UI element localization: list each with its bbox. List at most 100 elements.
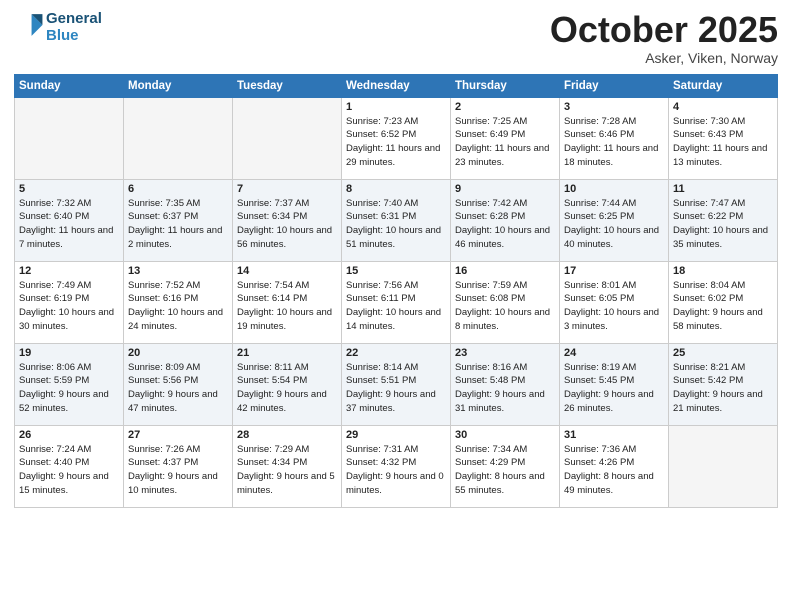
day-cell: 23 Sunrise: 8:16 AM Sunset: 5:48 PM Dayl… bbox=[451, 343, 560, 425]
day-number: 3 bbox=[564, 101, 664, 113]
sunrise-label: Sunrise: 8:06 AM bbox=[19, 362, 91, 373]
sunset-label: Sunset: 5:51 PM bbox=[346, 375, 416, 386]
day-number: 12 bbox=[19, 265, 119, 277]
day-cell: 17 Sunrise: 8:01 AM Sunset: 6:05 PM Dayl… bbox=[560, 261, 669, 343]
daylight-label: Daylight: 9 hours and 21 minutes. bbox=[673, 389, 763, 414]
sunset-label: Sunset: 5:42 PM bbox=[673, 375, 743, 386]
header-friday: Friday bbox=[560, 74, 669, 97]
sunrise-label: Sunrise: 7:28 AM bbox=[564, 116, 636, 127]
day-cell: 22 Sunrise: 8:14 AM Sunset: 5:51 PM Dayl… bbox=[342, 343, 451, 425]
day-number: 16 bbox=[455, 265, 555, 277]
day-number: 11 bbox=[673, 183, 773, 195]
header-wednesday: Wednesday bbox=[342, 74, 451, 97]
daylight-label: Daylight: 11 hours and 18 minutes. bbox=[564, 143, 658, 168]
daylight-label: Daylight: 10 hours and 35 minutes. bbox=[673, 225, 768, 250]
day-cell bbox=[233, 97, 342, 179]
sunrise-label: Sunrise: 7:47 AM bbox=[673, 198, 745, 209]
sunset-label: Sunset: 5:48 PM bbox=[455, 375, 525, 386]
title-area: October 2025 Asker, Viken, Norway bbox=[550, 10, 778, 66]
daylight-label: Daylight: 9 hours and 52 minutes. bbox=[19, 389, 109, 414]
subtitle: Asker, Viken, Norway bbox=[550, 50, 778, 66]
sunrise-label: Sunrise: 7:44 AM bbox=[564, 198, 636, 209]
header-saturday: Saturday bbox=[669, 74, 778, 97]
sunset-label: Sunset: 6:25 PM bbox=[564, 211, 634, 222]
day-cell: 13 Sunrise: 7:52 AM Sunset: 6:16 PM Dayl… bbox=[124, 261, 233, 343]
daylight-label: Daylight: 10 hours and 51 minutes. bbox=[346, 225, 441, 250]
day-cell: 2 Sunrise: 7:25 AM Sunset: 6:49 PM Dayli… bbox=[451, 97, 560, 179]
sunrise-label: Sunrise: 7:30 AM bbox=[673, 116, 745, 127]
day-number: 18 bbox=[673, 265, 773, 277]
daylight-label: Daylight: 9 hours and 15 minutes. bbox=[19, 471, 109, 496]
week-row-3: 12 Sunrise: 7:49 AM Sunset: 6:19 PM Dayl… bbox=[15, 261, 778, 343]
daylight-label: Daylight: 10 hours and 56 minutes. bbox=[237, 225, 332, 250]
daylight-label: Daylight: 11 hours and 13 minutes. bbox=[673, 143, 767, 168]
sunrise-label: Sunrise: 7:29 AM bbox=[237, 444, 309, 455]
day-info: Sunrise: 8:06 AM Sunset: 5:59 PM Dayligh… bbox=[19, 361, 119, 416]
day-number: 20 bbox=[128, 347, 228, 359]
day-info: Sunrise: 7:56 AM Sunset: 6:11 PM Dayligh… bbox=[346, 279, 446, 334]
day-cell: 3 Sunrise: 7:28 AM Sunset: 6:46 PM Dayli… bbox=[560, 97, 669, 179]
sunset-label: Sunset: 5:56 PM bbox=[128, 375, 198, 386]
sunset-label: Sunset: 6:05 PM bbox=[564, 293, 634, 304]
daylight-label: Daylight: 9 hours and 42 minutes. bbox=[237, 389, 327, 414]
day-cell: 24 Sunrise: 8:19 AM Sunset: 5:45 PM Dayl… bbox=[560, 343, 669, 425]
day-info: Sunrise: 8:11 AM Sunset: 5:54 PM Dayligh… bbox=[237, 361, 337, 416]
daylight-label: Daylight: 10 hours and 24 minutes. bbox=[128, 307, 223, 332]
week-row-2: 5 Sunrise: 7:32 AM Sunset: 6:40 PM Dayli… bbox=[15, 179, 778, 261]
sunset-label: Sunset: 6:11 PM bbox=[346, 293, 416, 304]
day-cell: 9 Sunrise: 7:42 AM Sunset: 6:28 PM Dayli… bbox=[451, 179, 560, 261]
sunset-label: Sunset: 5:54 PM bbox=[237, 375, 307, 386]
day-cell: 4 Sunrise: 7:30 AM Sunset: 6:43 PM Dayli… bbox=[669, 97, 778, 179]
day-cell: 29 Sunrise: 7:31 AM Sunset: 4:32 PM Dayl… bbox=[342, 425, 451, 507]
day-info: Sunrise: 7:44 AM Sunset: 6:25 PM Dayligh… bbox=[564, 197, 664, 252]
daylight-label: Daylight: 10 hours and 3 minutes. bbox=[564, 307, 659, 332]
sunset-label: Sunset: 6:31 PM bbox=[346, 211, 416, 222]
day-cell: 27 Sunrise: 7:26 AM Sunset: 4:37 PM Dayl… bbox=[124, 425, 233, 507]
day-number: 9 bbox=[455, 183, 555, 195]
sunset-label: Sunset: 6:40 PM bbox=[19, 211, 89, 222]
day-number: 15 bbox=[346, 265, 446, 277]
day-info: Sunrise: 7:32 AM Sunset: 6:40 PM Dayligh… bbox=[19, 197, 119, 252]
day-cell bbox=[124, 97, 233, 179]
day-number: 6 bbox=[128, 183, 228, 195]
sunset-label: Sunset: 4:34 PM bbox=[237, 457, 307, 468]
header-tuesday: Tuesday bbox=[233, 74, 342, 97]
day-info: Sunrise: 7:37 AM Sunset: 6:34 PM Dayligh… bbox=[237, 197, 337, 252]
sunrise-label: Sunrise: 8:01 AM bbox=[564, 280, 636, 291]
daylight-label: Daylight: 9 hours and 31 minutes. bbox=[455, 389, 545, 414]
calendar-table: Sunday Monday Tuesday Wednesday Thursday… bbox=[14, 74, 778, 508]
day-number: 7 bbox=[237, 183, 337, 195]
day-info: Sunrise: 7:54 AM Sunset: 6:14 PM Dayligh… bbox=[237, 279, 337, 334]
daylight-label: Daylight: 8 hours and 55 minutes. bbox=[455, 471, 545, 496]
daylight-label: Daylight: 10 hours and 14 minutes. bbox=[346, 307, 441, 332]
day-cell: 20 Sunrise: 8:09 AM Sunset: 5:56 PM Dayl… bbox=[124, 343, 233, 425]
day-number: 31 bbox=[564, 429, 664, 441]
sunrise-label: Sunrise: 7:23 AM bbox=[346, 116, 418, 127]
day-cell: 11 Sunrise: 7:47 AM Sunset: 6:22 PM Dayl… bbox=[669, 179, 778, 261]
sunset-label: Sunset: 6:16 PM bbox=[128, 293, 198, 304]
daylight-label: Daylight: 9 hours and 26 minutes. bbox=[564, 389, 654, 414]
sunset-label: Sunset: 6:52 PM bbox=[346, 129, 416, 140]
day-cell: 16 Sunrise: 7:59 AM Sunset: 6:08 PM Dayl… bbox=[451, 261, 560, 343]
daylight-label: Daylight: 9 hours and 10 minutes. bbox=[128, 471, 218, 496]
day-cell: 25 Sunrise: 8:21 AM Sunset: 5:42 PM Dayl… bbox=[669, 343, 778, 425]
sunrise-label: Sunrise: 7:31 AM bbox=[346, 444, 418, 455]
daylight-label: Daylight: 9 hours and 0 minutes. bbox=[346, 471, 444, 496]
day-info: Sunrise: 8:01 AM Sunset: 6:05 PM Dayligh… bbox=[564, 279, 664, 334]
day-number: 25 bbox=[673, 347, 773, 359]
day-number: 1 bbox=[346, 101, 446, 113]
sunrise-label: Sunrise: 8:19 AM bbox=[564, 362, 636, 373]
day-cell: 18 Sunrise: 8:04 AM Sunset: 6:02 PM Dayl… bbox=[669, 261, 778, 343]
header-sunday: Sunday bbox=[15, 74, 124, 97]
sunrise-label: Sunrise: 7:49 AM bbox=[19, 280, 91, 291]
header-thursday: Thursday bbox=[451, 74, 560, 97]
daylight-label: Daylight: 11 hours and 2 minutes. bbox=[128, 225, 222, 250]
logo-line1: General bbox=[46, 10, 102, 27]
sunset-label: Sunset: 6:14 PM bbox=[237, 293, 307, 304]
week-row-1: 1 Sunrise: 7:23 AM Sunset: 6:52 PM Dayli… bbox=[15, 97, 778, 179]
day-number: 2 bbox=[455, 101, 555, 113]
sunrise-label: Sunrise: 8:21 AM bbox=[673, 362, 745, 373]
day-number: 14 bbox=[237, 265, 337, 277]
day-number: 13 bbox=[128, 265, 228, 277]
day-info: Sunrise: 8:14 AM Sunset: 5:51 PM Dayligh… bbox=[346, 361, 446, 416]
